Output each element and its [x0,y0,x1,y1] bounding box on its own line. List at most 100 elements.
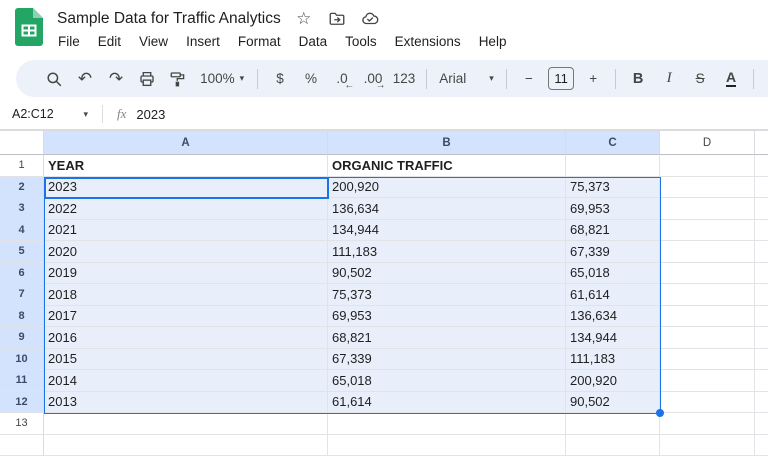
menu-view[interactable]: View [130,32,177,51]
cell-B11[interactable]: 65,018 [328,370,566,392]
cell-B1[interactable]: ORGANIC TRAFFIC [328,155,566,177]
zoom-select[interactable]: 100% ▾ [197,66,247,92]
format-currency-button[interactable]: $ [268,66,292,92]
cell-B14[interactable] [328,435,566,456]
cell-D7[interactable] [660,284,755,306]
select-all-corner[interactable] [0,130,44,155]
cell-B4[interactable]: 134,944 [328,220,566,242]
increase-decimal-button[interactable]: .00→ [361,66,385,92]
search-icon[interactable] [42,66,66,92]
row-header-2[interactable]: 2 [0,177,44,199]
cell-D12[interactable] [660,392,755,414]
cell-B2[interactable]: 200,920 [328,177,566,199]
row-header-5[interactable]: 5 [0,241,44,263]
column-header-A[interactable]: A [44,130,328,155]
cell-C9[interactable]: 134,944 [566,327,660,349]
cell-A5[interactable]: 2020 [44,241,328,263]
redo-icon[interactable]: ↷ [104,66,128,92]
row-header-7[interactable]: 7 [0,284,44,306]
cell-C10[interactable]: 111,183 [566,349,660,371]
cell-A10[interactable]: 2015 [44,349,328,371]
cell-E1[interactable] [755,155,768,177]
cell-E2[interactable] [755,177,768,199]
fill-handle[interactable] [656,409,664,417]
cell-A8[interactable]: 2017 [44,306,328,328]
column-header-E-sliver[interactable] [755,130,768,155]
name-box[interactable]: A2:C12 ▾ [12,107,88,121]
menu-edit[interactable]: Edit [89,32,130,51]
cell-A6[interactable]: 2019 [44,263,328,285]
row-header-1[interactable]: 1 [0,155,44,177]
cell-E12[interactable] [755,392,768,414]
move-folder-icon[interactable] [328,10,346,28]
cell-C13[interactable] [566,413,660,435]
cell-A2[interactable]: 2023 [44,177,328,199]
more-formats-button[interactable]: 123 [392,66,416,92]
menu-file[interactable]: File [49,32,89,51]
cell-D1[interactable] [660,155,755,177]
cell-E10[interactable] [755,349,768,371]
cell-C14[interactable] [566,435,660,456]
menu-insert[interactable]: Insert [177,32,229,51]
menu-data[interactable]: Data [290,32,337,51]
print-icon[interactable] [135,66,159,92]
cell-A4[interactable]: 2021 [44,220,328,242]
format-percent-button[interactable]: % [299,66,323,92]
cloud-saved-icon[interactable] [361,10,379,28]
cell-B7[interactable]: 75,373 [328,284,566,306]
column-header-D[interactable]: D [660,130,755,155]
cell-D14[interactable] [660,435,755,456]
row-header-11[interactable]: 11 [0,370,44,392]
cell-D9[interactable] [660,327,755,349]
row-header-13[interactable]: 13 [0,413,44,435]
cell-A9[interactable]: 2016 [44,327,328,349]
sheets-logo-icon[interactable] [15,8,43,46]
cell-D13[interactable] [660,413,755,435]
cell-B3[interactable]: 136,634 [328,198,566,220]
cell-E14[interactable] [755,435,768,456]
fill-color-icon[interactable] [764,66,768,92]
cell-E13[interactable] [755,413,768,435]
cell-D6[interactable] [660,263,755,285]
menu-help[interactable]: Help [470,32,516,51]
row-header-8[interactable]: 8 [0,306,44,328]
font-size-input[interactable]: 11 [548,67,574,90]
text-color-button[interactable]: A [719,66,743,92]
cell-D8[interactable] [660,306,755,328]
cell-E8[interactable] [755,306,768,328]
decrease-font-size-button[interactable]: − [517,66,541,92]
row-header-10[interactable]: 10 [0,349,44,371]
cell-D3[interactable] [660,198,755,220]
increase-font-size-button[interactable]: + [581,66,605,92]
cell-B9[interactable]: 68,821 [328,327,566,349]
cell-A3[interactable]: 2022 [44,198,328,220]
cell-E9[interactable] [755,327,768,349]
cell-A1[interactable]: YEAR [44,155,328,177]
cell-C12[interactable]: 90,502 [566,392,660,414]
cell-C2[interactable]: 75,373 [566,177,660,199]
cell-C5[interactable]: 67,339 [566,241,660,263]
formula-input[interactable]: 2023 [136,107,768,122]
row-header-6[interactable]: 6 [0,263,44,285]
cell-C11[interactable]: 200,920 [566,370,660,392]
cell-C6[interactable]: 65,018 [566,263,660,285]
cell-D10[interactable] [660,349,755,371]
column-header-B[interactable]: B [328,130,566,155]
cell-A12[interactable]: 2013 [44,392,328,414]
menu-extensions[interactable]: Extensions [386,32,470,51]
undo-icon[interactable]: ↶ [73,66,97,92]
cell-A13[interactable] [44,413,328,435]
cell-B6[interactable]: 90,502 [328,263,566,285]
cell-B5[interactable]: 111,183 [328,241,566,263]
cell-B10[interactable]: 67,339 [328,349,566,371]
cell-C7[interactable]: 61,614 [566,284,660,306]
cell-E5[interactable] [755,241,768,263]
menu-format[interactable]: Format [229,32,290,51]
cell-C1[interactable] [566,155,660,177]
cell-E7[interactable] [755,284,768,306]
cell-A11[interactable]: 2014 [44,370,328,392]
cell-E11[interactable] [755,370,768,392]
row-header-14[interactable] [0,435,44,456]
decrease-decimal-button[interactable]: .0← [330,66,354,92]
star-icon[interactable]: ☆ [295,10,313,28]
